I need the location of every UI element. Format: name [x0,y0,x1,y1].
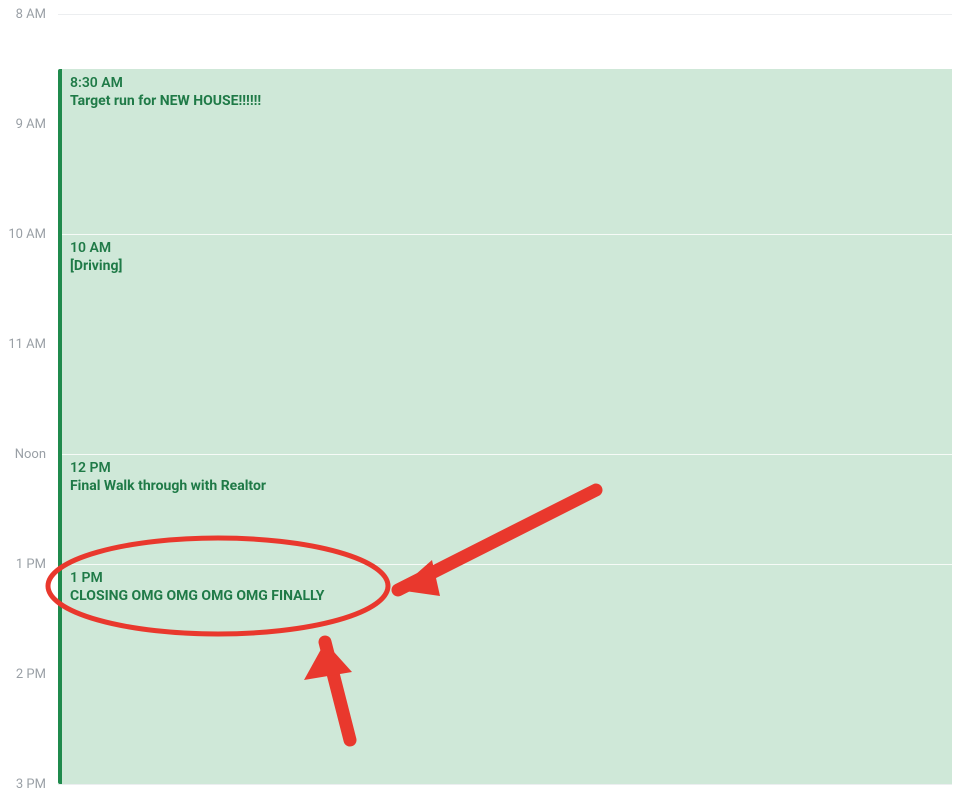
events-column: 8:30 AM Target run for NEW HOUSE!!!!!! 1… [58,0,952,789]
time-label-noon: Noon [0,448,52,461]
calendar-event[interactable]: 12 PM Final Walk through with Realtor [62,454,952,497]
time-label-8am: 8 AM [0,8,52,21]
event-title: Target run for NEW HOUSE!!!!!! [70,93,944,111]
calendar-day-view: 8 AM 9 AM 10 AM 11 AM Noon 1 PM 2 PM 3 P… [0,0,960,789]
time-label-3pm: 3 PM [0,778,52,789]
calendar-event[interactable]: 8:30 AM Target run for NEW HOUSE!!!!!! [62,69,952,112]
calendar-event[interactable]: 1 PM CLOSING OMG OMG OMG OMG FINALLY [62,564,952,607]
time-label-10am: 10 AM [0,228,52,241]
event-time: 12 PM [70,460,944,478]
event-time: 8:30 AM [70,75,944,93]
time-label-11am: 11 AM [0,338,52,351]
time-label-1pm: 1 PM [0,558,52,571]
calendar-event[interactable]: 10 AM [Driving] [62,234,952,277]
time-label-2pm: 2 PM [0,668,52,681]
event-title: [Driving] [70,258,944,276]
time-label-9am: 9 AM [0,118,52,131]
event-title: CLOSING OMG OMG OMG OMG FINALLY [70,588,944,606]
event-title: Final Walk through with Realtor [70,478,944,496]
event-time: 1 PM [70,570,944,588]
busy-block: 8:30 AM Target run for NEW HOUSE!!!!!! 1… [58,69,952,784]
event-time: 10 AM [70,240,944,258]
